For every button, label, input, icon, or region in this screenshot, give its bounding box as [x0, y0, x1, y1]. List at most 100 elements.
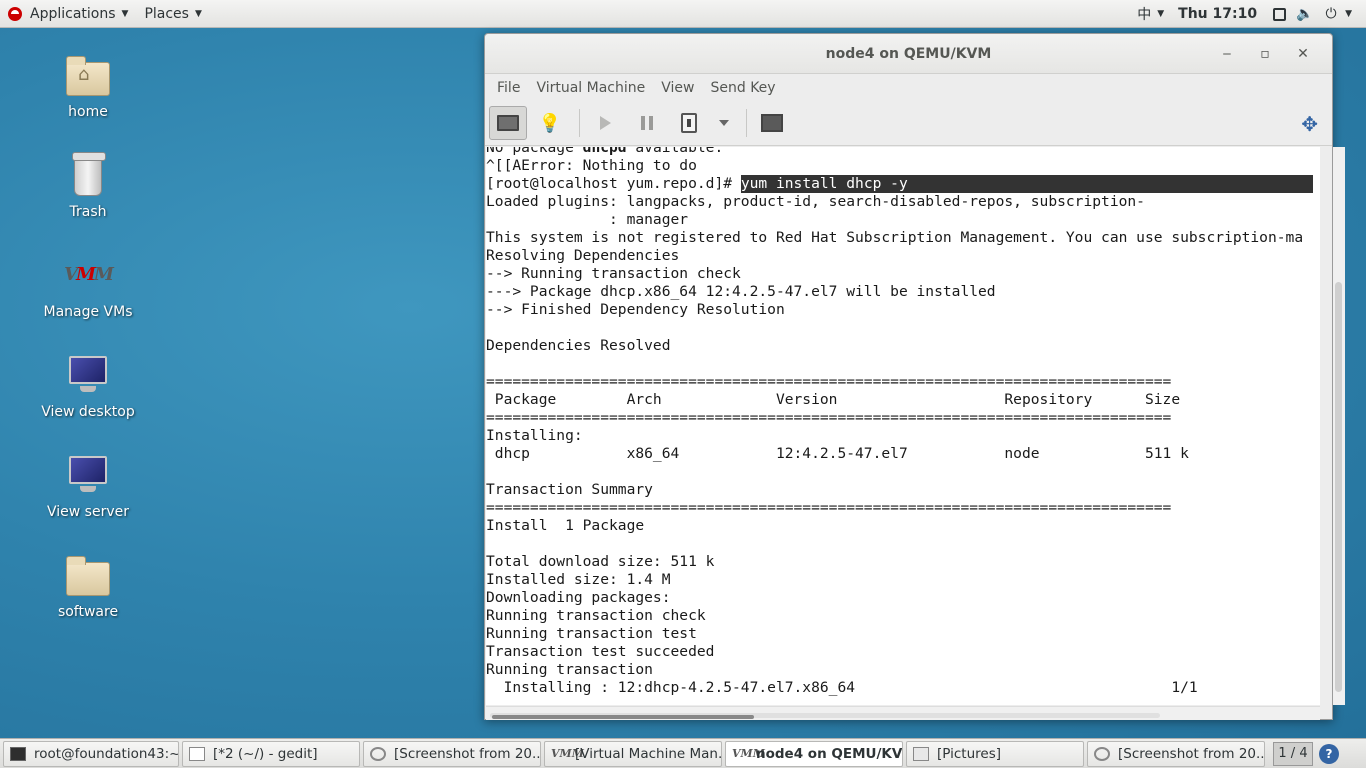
pause-button[interactable] [628, 106, 666, 140]
screen-icon [1271, 6, 1287, 22]
console-line: --> Running transaction check [486, 265, 741, 282]
desktop-icon-home[interactable]: ⌂ home [28, 52, 148, 120]
vm-console[interactable]: No package dhcpd available. ^[[AError: No… [486, 147, 1320, 705]
terminal-icon [10, 746, 26, 761]
console-line: Downloading packages: [486, 589, 671, 606]
console-line: [root@localhost yum.repo.d]# yum install… [486, 175, 1320, 193]
minimize-button[interactable]: ‒ [1208, 46, 1246, 62]
task-label: node4 on QEMU/KVM [756, 745, 903, 762]
task-screenshot-1[interactable]: [Screenshot from 20... [363, 740, 541, 767]
selected-command: yum install dhcp -y [740, 175, 1313, 193]
desktop-icon-label: home [68, 104, 108, 120]
task-label: [*2 (~/) - gedit] [213, 745, 318, 762]
console-line: No package dhcpd available. [486, 147, 1320, 157]
close-button[interactable]: ✕ [1284, 46, 1322, 62]
task-gedit[interactable]: [*2 (~/) - gedit] [182, 740, 360, 767]
show-console-button[interactable] [489, 106, 527, 140]
taskbar: root@foundation43:~ [*2 (~/) - gedit] [S… [0, 738, 1366, 768]
chevron-down-icon: ▼ [1157, 9, 1165, 19]
desktop-icon-view-server[interactable]: View server [28, 452, 148, 520]
task-node4-console[interactable]: VMM node4 on QEMU/KVM [725, 740, 903, 767]
console-line: Running transaction [486, 661, 653, 678]
places-label: Places [144, 5, 189, 22]
console-line: Transaction test succeeded [486, 643, 715, 660]
desktop-icon-label: Manage VMs [43, 304, 133, 320]
vertical-scrollbar[interactable] [1333, 147, 1345, 705]
task-pictures[interactable]: [Pictures] [906, 740, 1084, 767]
console-output: No package dhcpd available. ^[[AError: No… [486, 147, 1320, 697]
menu-virtual-machine[interactable]: Virtual Machine [528, 80, 653, 96]
toolbar: 💡 ✥ [485, 101, 1332, 146]
task-vm-manager[interactable]: VMM [Virtual Machine Man... [544, 740, 722, 767]
desktop-icon-trash[interactable]: Trash [28, 152, 148, 220]
snapshots-button[interactable] [753, 106, 791, 140]
help-icon[interactable]: ? [1319, 743, 1339, 764]
folder-icon [66, 556, 110, 596]
vm-window: node4 on QEMU/KVM ‒ ▫ ✕ File Virtual Mac… [484, 33, 1345, 720]
shutdown-dropdown[interactable] [712, 106, 736, 140]
desktop-icon-label: View desktop [41, 404, 135, 420]
console-line: Install 1 Package [486, 517, 645, 534]
console-line: ========================================… [486, 409, 1172, 426]
menu-send-key[interactable]: Send Key [702, 80, 783, 96]
scrollbar-thumb[interactable] [492, 715, 754, 719]
vm-manager-icon: VMM [64, 264, 114, 285]
screenshot-icon [370, 746, 386, 761]
chevron-down-icon: ▼ [194, 8, 202, 19]
chevron-down-icon: ▼ [1345, 9, 1352, 19]
desktop-icon-label: Trash [69, 204, 107, 220]
task-label: [Screenshot from 20... [1118, 745, 1265, 762]
lightbulb-icon: 💡 [538, 112, 562, 134]
task-label: [Pictures] [937, 745, 1001, 762]
console-line: This system is not registered to Red Hat… [486, 229, 1304, 246]
console-line: Installing : 12:dhcp-4.2.5-47.el7.x86_64… [486, 679, 1198, 696]
trash-icon [72, 152, 106, 196]
show-details-button[interactable]: 💡 [531, 106, 569, 140]
console-line: ^[[AError: Nothing to do [486, 157, 697, 174]
applications-menu[interactable]: Applications ▼ [0, 0, 136, 28]
desktop-icon-label: View server [47, 504, 129, 520]
horizontal-scrollbar[interactable] [486, 706, 1320, 720]
chevron-down-icon [719, 120, 729, 126]
workspace-pager[interactable]: 1 / 4 [1273, 741, 1313, 766]
system-tray[interactable]: 🔈 ⏻ ▼ [1271, 6, 1352, 22]
monitor-icon [497, 115, 519, 131]
input-method-indicator[interactable]: 中 ▼ [1137, 4, 1164, 24]
power-icon [681, 113, 697, 133]
run-button[interactable] [586, 106, 624, 140]
clock[interactable]: Thu 17:10 [1178, 6, 1257, 22]
task-screenshot-2[interactable]: [Screenshot from 20... [1087, 740, 1265, 767]
folder-icon [913, 746, 929, 761]
window-titlebar[interactable]: node4 on QEMU/KVM ‒ ▫ ✕ [485, 34, 1332, 74]
task-label: root@foundation43:~ [34, 745, 179, 762]
console-line: ---> Package dhcp.x86_64 12:4.2.5-47.el7… [486, 283, 996, 300]
menu-view[interactable]: View [653, 80, 702, 96]
desktop-icon-view-desktop[interactable]: View desktop [28, 352, 148, 420]
desktop-icon-manage-vms[interactable]: VMM Manage VMs [28, 252, 148, 320]
monitor-icon [69, 356, 107, 384]
places-menu[interactable]: Places ▼ [136, 0, 209, 28]
task-label: [Screenshot from 20... [394, 745, 541, 762]
maximize-button[interactable]: ▫ [1246, 46, 1284, 62]
chevron-down-icon: ▼ [121, 8, 129, 19]
console-line: Transaction Summary [486, 481, 653, 498]
fullscreen-icon[interactable]: ✥ [1301, 112, 1318, 136]
shell-prompt: [root@localhost yum.repo.d]# [486, 175, 741, 192]
menubar: File Virtual Machine View Send Key [485, 74, 1332, 101]
applications-label: Applications [30, 5, 116, 22]
console-line: Installed size: 1.4 M [486, 571, 671, 588]
window-title: node4 on QEMU/KVM [825, 45, 992, 62]
scrollbar-thumb[interactable] [1335, 282, 1342, 692]
console-line: Resolving Dependencies [486, 247, 680, 264]
console-line: ========================================… [486, 499, 1172, 516]
pause-icon [641, 116, 653, 130]
console-line: Running transaction check [486, 607, 706, 624]
desktop-icon-software[interactable]: software [28, 552, 148, 620]
shutdown-button[interactable] [670, 106, 708, 140]
menu-file[interactable]: File [489, 80, 528, 96]
task-terminal[interactable]: root@foundation43:~ [3, 740, 179, 767]
